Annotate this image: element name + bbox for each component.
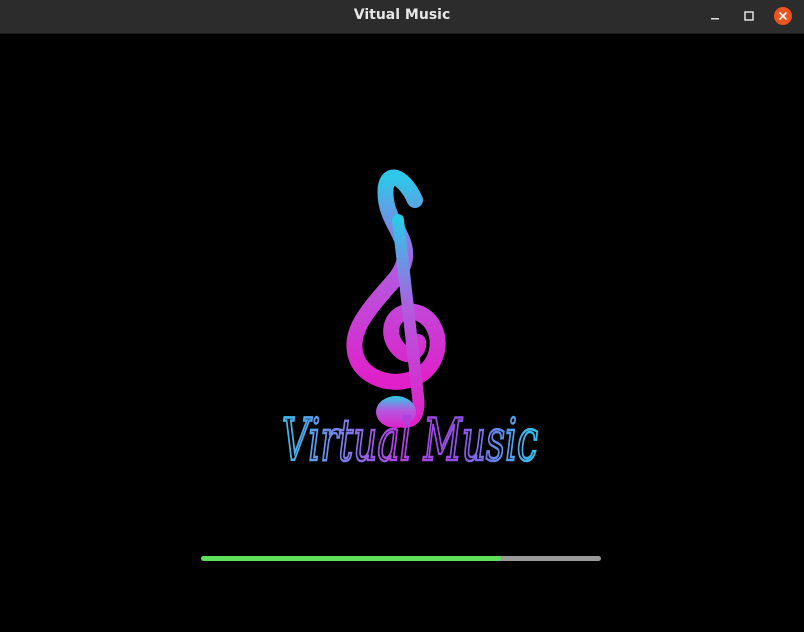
close-icon xyxy=(779,12,787,20)
loading-progress-bar xyxy=(201,556,601,561)
app-window: Vitual Music Virtual Music xyxy=(0,0,804,632)
treble-clef-icon xyxy=(346,169,446,428)
splash-area: Virtual Music xyxy=(0,34,804,632)
window-title: Vitual Music xyxy=(353,7,451,23)
minimize-icon xyxy=(711,18,719,20)
maximize-icon xyxy=(744,11,754,21)
logo-text: Virtual Music xyxy=(282,406,538,474)
close-button-circle xyxy=(774,7,792,25)
close-button[interactable] xyxy=(773,6,793,26)
minimize-button[interactable] xyxy=(705,6,725,26)
loading-progress-fill xyxy=(201,556,501,561)
title-bar[interactable]: Vitual Music xyxy=(0,0,804,34)
app-logo: Virtual Music xyxy=(281,169,539,475)
maximize-button[interactable] xyxy=(739,6,759,26)
